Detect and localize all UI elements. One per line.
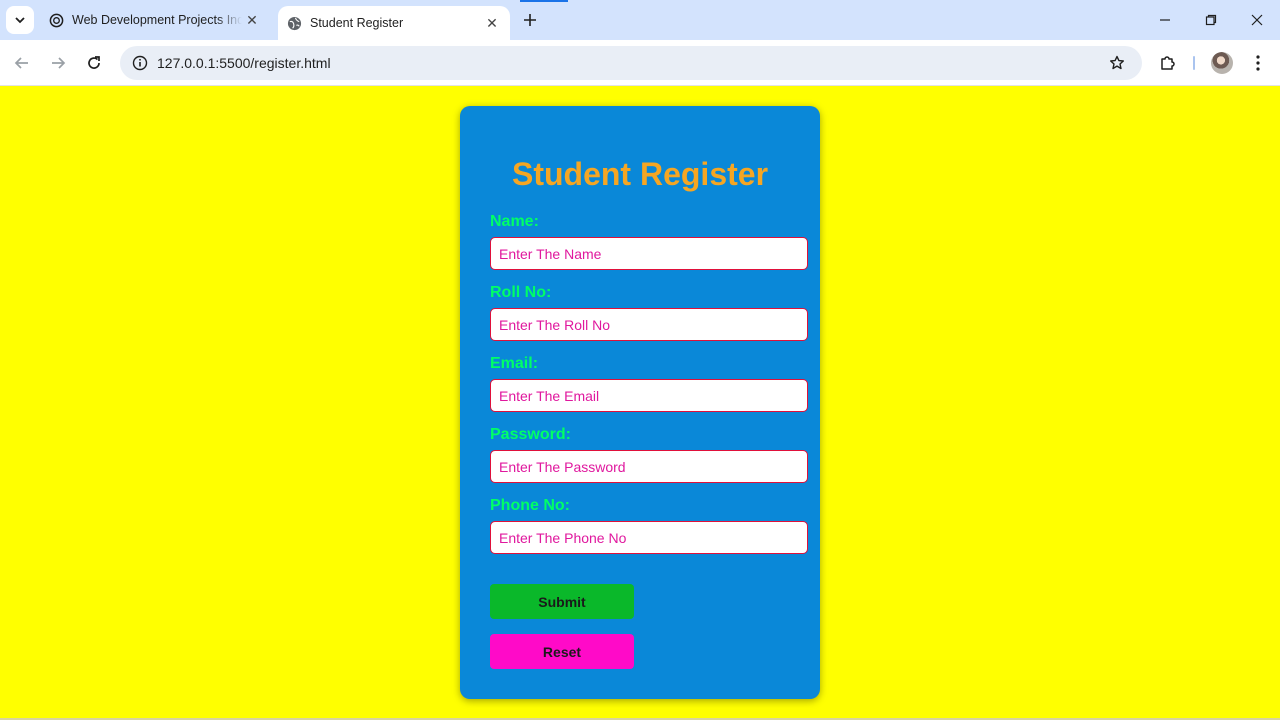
- plus-icon: [524, 14, 536, 26]
- submit-button[interactable]: Submit: [490, 584, 634, 619]
- password-label: Password:: [490, 426, 571, 443]
- page-viewport: Student Register Name: Roll No: Email: P…: [0, 87, 1280, 720]
- tab-title: Web Development Projects Inqu: [72, 13, 242, 27]
- reload-button[interactable]: [80, 49, 108, 77]
- tab-title: Student Register: [310, 16, 404, 30]
- roll-no-input[interactable]: [490, 308, 808, 341]
- arrow-left-icon: [14, 57, 28, 69]
- phone-no-label: Phone No:: [490, 497, 570, 514]
- minimize-button[interactable]: [1142, 0, 1188, 40]
- tab-web-development[interactable]: Web Development Projects Inqu ✕: [40, 0, 270, 40]
- browser-toolbar: 127.0.0.1:5500/register.html: [0, 40, 1280, 86]
- tab-loading-indicator: [520, 0, 568, 2]
- minimize-icon: [1160, 19, 1170, 21]
- phone-no-input[interactable]: [490, 521, 808, 554]
- page-title: Student Register: [511, 156, 769, 192]
- name-input[interactable]: [490, 237, 808, 270]
- close-icon[interactable]: ✕: [242, 10, 262, 30]
- kebab-menu-icon: [1256, 55, 1260, 71]
- reload-icon: [88, 56, 100, 69]
- email-label: Email:: [490, 355, 539, 372]
- tab-student-register[interactable]: Student Register ✕: [278, 6, 510, 40]
- new-tab-button[interactable]: [518, 8, 542, 32]
- chatgpt-icon: [48, 12, 64, 28]
- forward-button[interactable]: [44, 49, 72, 77]
- address-bar[interactable]: 127.0.0.1:5500/register.html: [120, 46, 1142, 80]
- profile-avatar[interactable]: [1211, 52, 1233, 74]
- name-label: Name:: [490, 213, 539, 230]
- register-form-card: Student Register Name: Roll No: Email: P…: [460, 106, 820, 699]
- close-icon: [1251, 14, 1263, 26]
- globe-icon: [286, 15, 302, 31]
- window-controls: [1142, 0, 1280, 40]
- restore-icon: [1205, 14, 1217, 26]
- extensions-button[interactable]: [1156, 51, 1180, 75]
- email-input[interactable]: [490, 379, 808, 412]
- info-icon[interactable]: [128, 51, 152, 75]
- roll-no-label: Roll No:: [490, 284, 552, 301]
- back-button[interactable]: [8, 49, 36, 77]
- puzzle-icon: [1161, 56, 1175, 70]
- chevron-down-icon: [15, 17, 25, 24]
- arrow-right-icon: [52, 57, 66, 69]
- restore-button[interactable]: [1188, 0, 1234, 40]
- tab-search-button[interactable]: [6, 6, 34, 34]
- bookmark-star-icon[interactable]: [1106, 52, 1128, 74]
- password-input[interactable]: [490, 450, 808, 483]
- more-menu-button[interactable]: [1248, 51, 1268, 75]
- tab-strip: Web Development Projects Inqu ✕ Student …: [0, 0, 1280, 40]
- close-window-button[interactable]: [1234, 0, 1280, 40]
- close-icon[interactable]: ✕: [482, 13, 502, 33]
- url-text: 127.0.0.1:5500/register.html: [157, 55, 331, 71]
- toolbar-divider: [1193, 56, 1195, 70]
- reset-button[interactable]: Reset: [490, 634, 634, 669]
